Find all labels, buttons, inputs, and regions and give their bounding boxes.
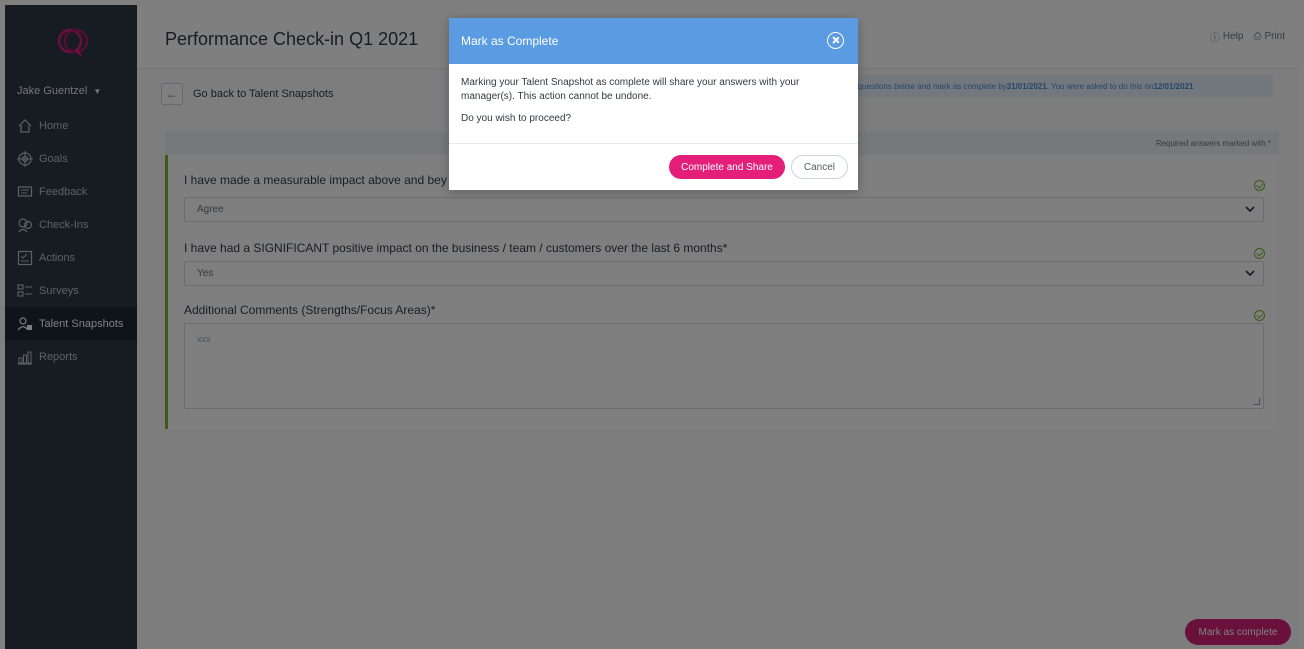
dialog-title: Mark as Complete [461, 34, 559, 48]
mark-complete-dialog: Mark as Complete Marking your Talent Sna… [449, 18, 858, 190]
complete-and-share-button[interactable]: Complete and Share [669, 155, 785, 179]
dialog-footer: Complete and Share Cancel [449, 144, 858, 190]
cancel-button[interactable]: Cancel [790, 155, 848, 179]
dialog-body: Marking your Talent Snapshot as complete… [449, 64, 858, 144]
dialog-question: Do you wish to proceed? [461, 113, 572, 124]
dialog-message: Marking your Talent Snapshot as complete… [461, 77, 800, 102]
close-icon[interactable] [827, 32, 844, 49]
app-window: Jake Guentzel ▼ Home Goals Feedback Chec… [0, 0, 1304, 649]
dialog-header: Mark as Complete [449, 18, 858, 64]
